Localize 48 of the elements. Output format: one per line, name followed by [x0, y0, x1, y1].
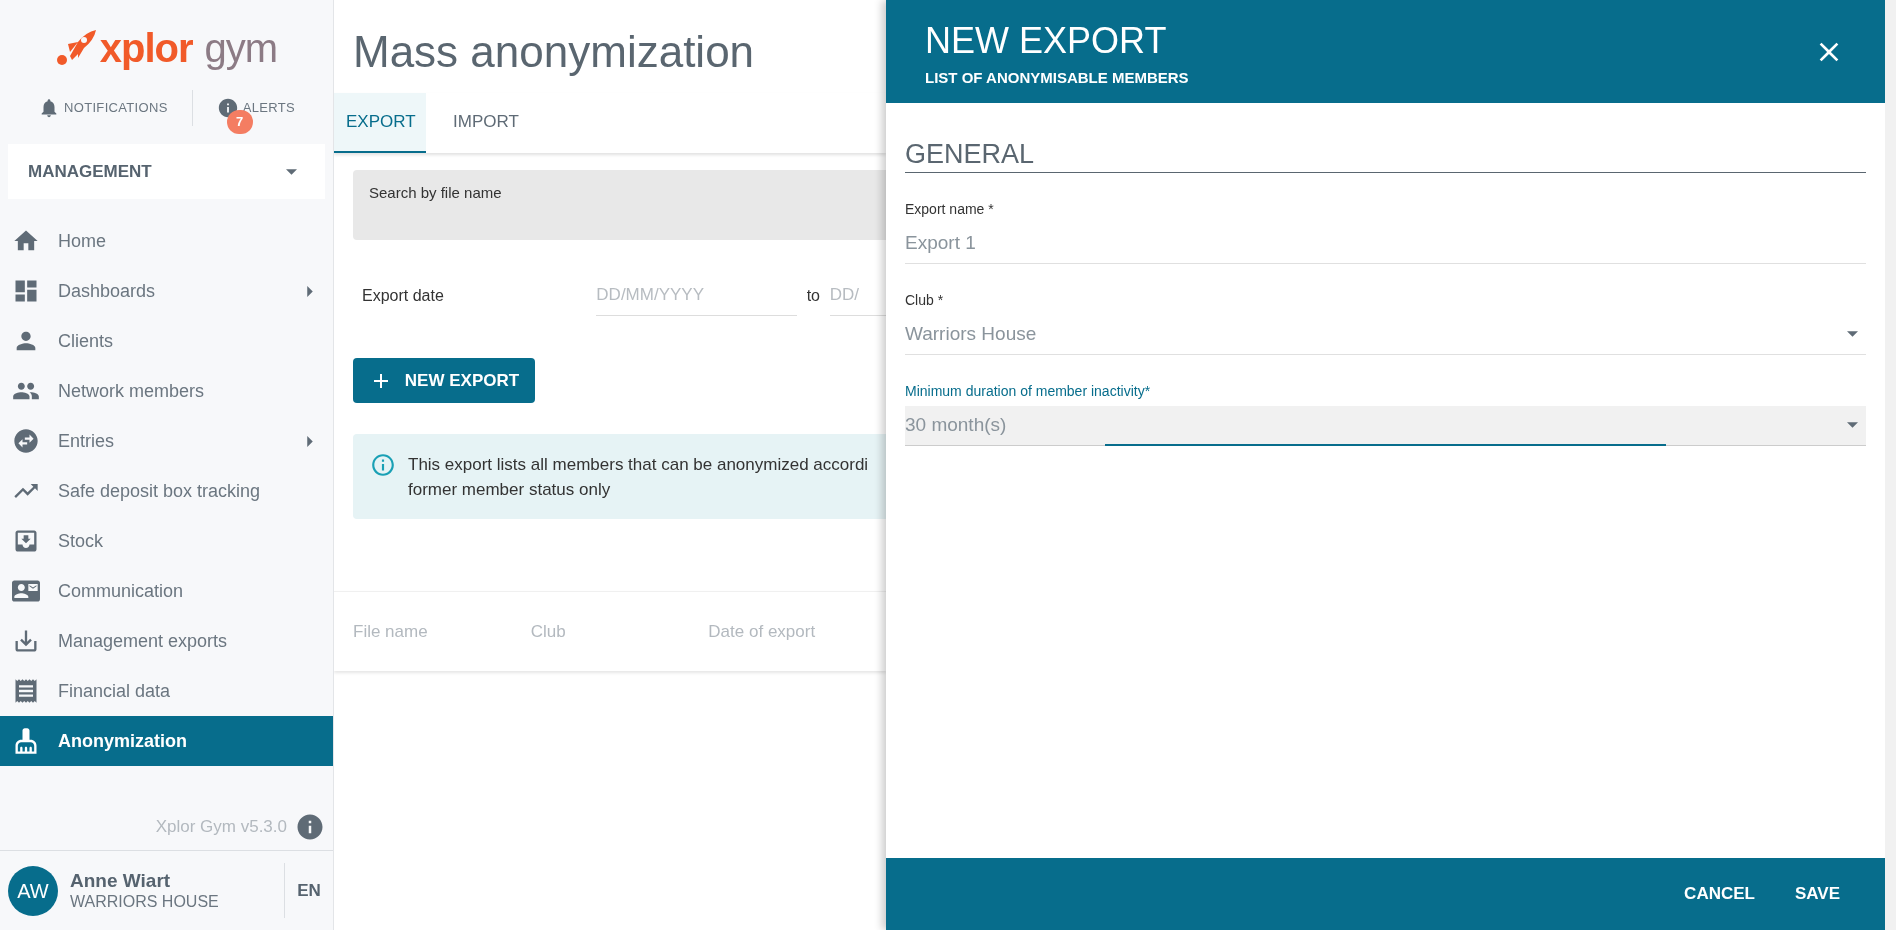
- panel-title: NEW EXPORT: [925, 19, 1168, 63]
- dropdown-caret-icon: [1847, 331, 1858, 338]
- export-date-label: Export date: [362, 286, 445, 306]
- nav-item[interactable]: Dashboards: [0, 266, 333, 316]
- column-header: Club: [530, 620, 567, 643]
- swap-arrows-icon: [12, 427, 40, 455]
- language-button[interactable]: EN: [285, 877, 333, 904]
- tab[interactable]: IMPORT: [426, 93, 546, 153]
- info-text: This export lists all members that can be anonymized accordi: [408, 454, 869, 476]
- nav-item[interactable]: Management exports: [0, 616, 333, 666]
- info-text: former member status only: [408, 479, 612, 501]
- dropdown-caret-icon: [1847, 422, 1858, 429]
- save-button[interactable]: SAVE: [1794, 873, 1840, 915]
- new-export-button[interactable]: NEW EXPORT: [353, 358, 535, 403]
- panel-subtitle: LIST OF ANONYMISABLE MEMBERS: [925, 68, 1189, 88]
- nav-item[interactable]: Communication: [0, 566, 333, 616]
- section-heading: GENERAL: [905, 138, 1866, 173]
- info-outline-icon: [370, 452, 396, 478]
- dropdown-caret-icon: [286, 168, 297, 175]
- column-header: File name: [353, 620, 429, 643]
- cancel-button[interactable]: CANCEL: [1684, 873, 1755, 915]
- submenu-arrow-icon: [307, 285, 313, 297]
- nav-item[interactable]: Network members: [0, 366, 333, 416]
- text-field[interactable]: Export name * Export 1: [905, 198, 1866, 264]
- nav-item[interactable]: Home: [0, 216, 333, 266]
- nav-item[interactable]: Anonymization: [0, 716, 333, 766]
- select-field[interactable]: Club * Warriors House: [905, 289, 1866, 355]
- page-title: Mass anonymization: [352, 26, 756, 78]
- notifications-link[interactable]: NOTIFICATIONS: [38, 97, 168, 119]
- date-separator: to: [805, 286, 821, 306]
- nav-item[interactable]: Clients: [0, 316, 333, 366]
- info-icon[interactable]: [295, 812, 325, 842]
- user-club: WARRIORS HOUSE: [70, 892, 220, 913]
- nav-item[interactable]: Entries: [0, 416, 333, 466]
- user-name: Anne Wiart: [70, 868, 172, 893]
- scrollbar[interactable]: [1885, 0, 1896, 930]
- tab[interactable]: EXPORT: [334, 93, 426, 153]
- nav-item[interactable]: Financial data: [0, 666, 333, 716]
- logo-wordmark: xplor gym: [99, 28, 278, 68]
- module-dropdown[interactable]: MANAGEMENT: [8, 144, 325, 199]
- submenu-arrow-icon: [307, 435, 313, 447]
- nav-item[interactable]: Safe deposit box tracking: [0, 466, 333, 516]
- search-field[interactable]: Search by file name: [353, 170, 886, 240]
- user-avatar[interactable]: AW: [8, 865, 58, 916]
- version-text: Xplor Gym v5.3.0: [155, 816, 287, 839]
- rocket-icon: [55, 30, 96, 66]
- column-header: Date of export: [708, 620, 817, 643]
- nav-item[interactable]: Stock: [0, 516, 333, 566]
